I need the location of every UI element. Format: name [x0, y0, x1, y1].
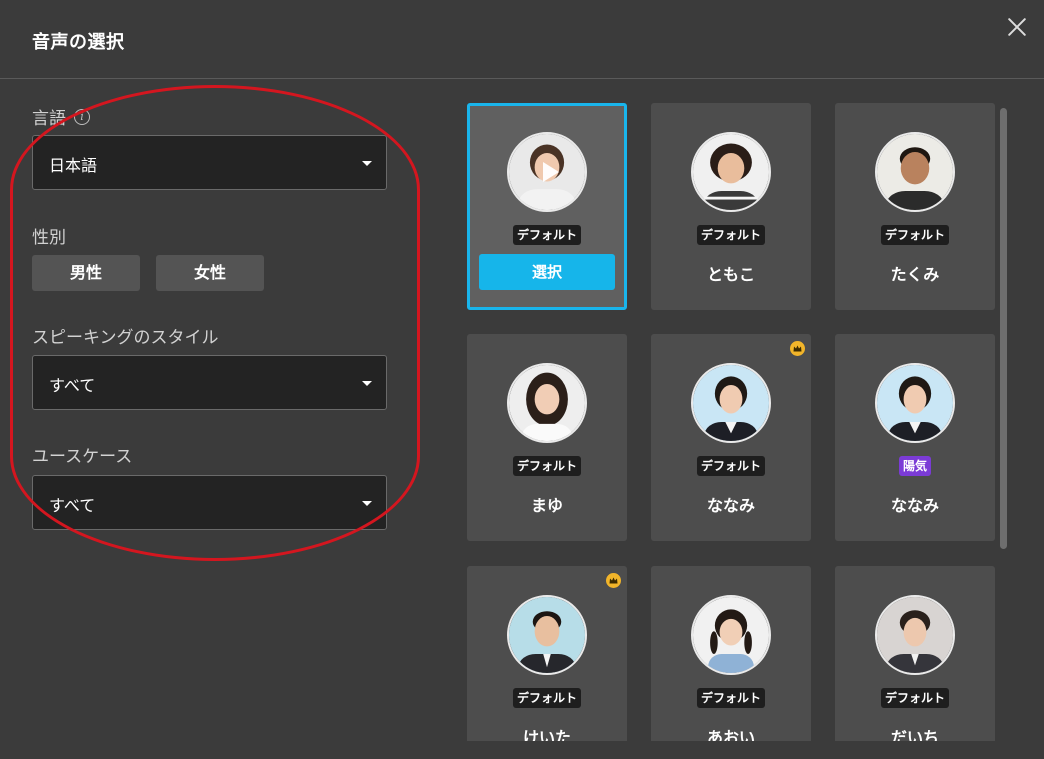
voice-card[interactable]: デフォルト けいた [467, 566, 627, 741]
dialog-header: 音声の選択 [0, 0, 1044, 79]
voice-card[interactable]: デフォルト ななみ [651, 334, 811, 541]
voice-badge: デフォルト [696, 456, 766, 476]
select-voice-button[interactable]: 選択 [479, 254, 615, 290]
gender-label-text: 性別 [32, 228, 66, 248]
voice-avatar [691, 132, 771, 212]
voice-badge: デフォルト [880, 688, 950, 708]
voice-badge: デフォルト [696, 688, 766, 708]
info-icon[interactable]: i [74, 108, 90, 125]
chevron-down-icon [362, 161, 372, 166]
voice-name: ともこ [706, 265, 755, 284]
speaking-style-label-text: スピーキングのスタイル [32, 328, 219, 348]
language-select[interactable]: 日本語 [32, 135, 387, 190]
voice-grid: デフォルト 選択 デフォルト ともこ デフォルト たくみ デフォルト まゆ デフ… [460, 95, 1005, 741]
voice-card[interactable]: デフォルト 選択 [467, 103, 627, 310]
use-case-label: ユースケース [32, 442, 132, 467]
voice-name: たくみ [890, 265, 940, 284]
voice-card[interactable]: デフォルト まゆ [467, 334, 627, 541]
use-case-label-text: ユースケース [32, 447, 133, 467]
voice-avatar [875, 595, 955, 675]
voice-avatar [507, 132, 587, 212]
voice-avatar [507, 595, 587, 675]
gender-label: 性別 [32, 223, 66, 248]
voice-card[interactable]: 陽気 ななみ [835, 334, 995, 541]
voice-name: けいた [522, 728, 571, 741]
voice-card[interactable]: デフォルト たくみ [835, 103, 995, 310]
voice-card[interactable]: デフォルト ともこ [651, 103, 811, 310]
voice-card[interactable]: デフォルト あおい [651, 566, 811, 741]
voice-name: ななみ [706, 496, 755, 515]
speaking-style-select-value: すべて [49, 376, 96, 395]
gender-female-button[interactable]: 女性 [156, 255, 264, 291]
dialog-title: 音声の選択 [32, 32, 125, 53]
voice-badge: デフォルト [512, 688, 582, 708]
voice-badge: デフォルト [696, 225, 766, 245]
play-icon[interactable] [543, 162, 559, 182]
voice-badge: デフォルト [880, 225, 950, 245]
voice-grid-scrollbar[interactable] [1000, 108, 1007, 549]
crown-icon [606, 573, 621, 588]
voice-badge: デフォルト [512, 225, 582, 245]
speaking-style-label: スピーキングのスタイル [32, 323, 219, 348]
chevron-down-icon [362, 381, 372, 386]
language-label: 言語 [32, 109, 66, 129]
speaking-style-select[interactable]: すべて [32, 355, 387, 410]
gender-male-button[interactable]: 男性 [32, 255, 140, 291]
voice-name: ななみ [890, 496, 939, 515]
voice-avatar [875, 363, 955, 443]
voice-badge: 陽気 [898, 456, 932, 476]
language-label-row: 言語 i [32, 104, 90, 129]
use-case-select-value: すべて [49, 496, 96, 515]
use-case-select[interactable]: すべて [32, 475, 387, 530]
voice-name: まゆ [530, 496, 563, 515]
crown-icon [790, 341, 805, 356]
voice-avatar [875, 132, 955, 212]
voice-avatar [507, 363, 587, 443]
voice-avatar [691, 595, 771, 675]
voice-name: あおい [706, 728, 755, 741]
language-select-value: 日本語 [49, 156, 98, 175]
close-icon[interactable] [1004, 14, 1030, 40]
voice-avatar [691, 363, 771, 443]
voice-card[interactable]: デフォルト だいち [835, 566, 995, 741]
chevron-down-icon [362, 501, 372, 506]
voice-name: だいち [890, 728, 939, 741]
voice-badge: デフォルト [512, 456, 582, 476]
